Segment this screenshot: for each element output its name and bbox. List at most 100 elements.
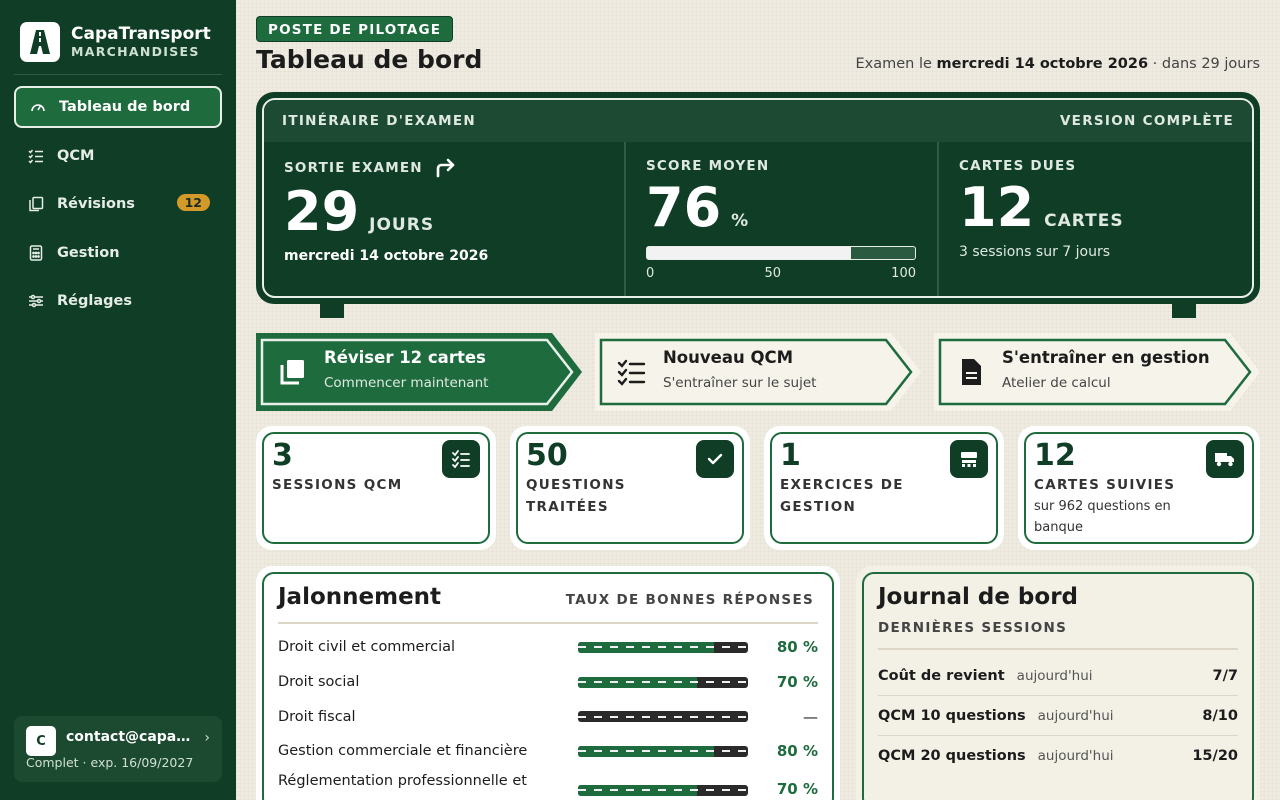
session-row[interactable]: QCM 10 questions aujourd'hui 8/10	[878, 696, 1238, 736]
nav-item-reglages[interactable]: Réglages	[14, 280, 222, 322]
cards-icon	[27, 195, 45, 213]
exam-label: SORTIE EXAMEN	[284, 160, 423, 176]
revisions-count-badge: 12	[176, 194, 210, 211]
session-row[interactable]: QCM 20 questions aujourd'hui 15/20	[878, 736, 1238, 776]
score-unit: %	[731, 211, 750, 231]
nav-label: Réglages	[57, 293, 132, 309]
main-nav: Tableau de bord QCM Révisions 12 Gestion	[14, 86, 222, 329]
nav-label: Tableau de bord	[59, 99, 191, 115]
stat-label: QUESTIONS TRAITÉES	[526, 477, 626, 515]
action-title: Nouveau QCM	[663, 348, 794, 367]
avatar: C	[26, 726, 56, 756]
action-title: Réviser 12 cartes	[324, 348, 486, 367]
nav-item-revisions[interactable]: Révisions 12	[14, 183, 222, 225]
score-value: 76	[646, 176, 722, 239]
stat-label: SESSIONS QCM	[272, 477, 403, 493]
road-dash	[578, 789, 748, 792]
road-logo-icon	[20, 22, 60, 62]
nav-item-gestion[interactable]: Gestion	[14, 232, 222, 274]
action-subtitle: Atelier de calcul	[1002, 375, 1111, 391]
panel-hint: TAUX DE BONNES RÉPONSES	[565, 592, 814, 608]
nav-label: Gestion	[57, 244, 120, 261]
exit-arrow-icon	[436, 158, 455, 178]
divider	[14, 74, 222, 75]
review-cards-button[interactable]: Réviser 12 cartes Commencer maintenant	[256, 333, 582, 411]
sign-version: VERSION COMPLÈTE	[1059, 113, 1234, 129]
divider	[878, 648, 1238, 650]
panel-title: Journal de bord	[878, 584, 1079, 610]
subject-label: Droit civil et commercial	[278, 639, 456, 656]
subject-progress-road	[578, 676, 748, 688]
tick-label: 50	[764, 266, 781, 281]
sliders-icon	[27, 292, 45, 310]
session-row[interactable]: Coût de revient aujourd'hui 7/7	[878, 656, 1238, 696]
session-score: 15/20	[1192, 748, 1238, 764]
subject-row[interactable]: Droit civil et commercial 80 %	[278, 630, 818, 665]
brand[interactable]: CapaTransport MARCHANDISES	[20, 22, 211, 62]
list-check-icon	[617, 357, 647, 387]
document-icon	[956, 357, 986, 387]
subject-value: 80 %	[776, 742, 818, 761]
session-date: aujourd'hui	[1016, 667, 1093, 684]
subject-progress-road	[578, 711, 748, 723]
truck-icon	[1206, 440, 1244, 478]
jalonnement-panel: Jalonnement TAUX DE BONNES RÉPONSES Droi…	[256, 566, 840, 800]
stat-label: CARTES SUIVIES	[1034, 477, 1176, 493]
exam-days-value: 29	[284, 180, 360, 243]
gestion-training-button[interactable]: S'entraîner en gestion Atelier de calcul	[934, 333, 1260, 411]
exam-date-sub: mercredi 14 octobre 2026	[284, 248, 489, 264]
exam-prefix: Examen le	[855, 56, 937, 72]
road-dash	[578, 681, 748, 684]
subject-progress-road	[578, 641, 748, 653]
stat-label: EXERCICES DE GESTION	[780, 477, 904, 515]
sidebar: CapaTransport MARCHANDISES Tableau de bo…	[0, 0, 236, 800]
gauge-icon	[29, 98, 47, 116]
nav-item-qcm[interactable]: QCM	[14, 135, 222, 177]
exam-days-unit: JOURS	[369, 215, 435, 235]
subject-label: Réglementation professionnelle et	[278, 772, 527, 789]
session-score: 7/7	[1212, 667, 1238, 684]
subject-progress-road	[578, 745, 748, 757]
panel-subtitle: DERNIÈRES SESSIONS	[878, 620, 1068, 636]
exam-itinerary-sign: ITINÉRAIRE D'EXAMEN VERSION COMPLÈTE SOR…	[256, 92, 1260, 304]
due-cards-panel: CARTES DUES 12 CARTES 3 sessions sur 7 j…	[939, 142, 1252, 296]
session-date: aujourd'hui	[1037, 707, 1114, 724]
stat-card-cards: 12 CARTES SUIVIES sur 962 questions en b…	[1018, 426, 1260, 550]
new-qcm-button[interactable]: Nouveau QCM S'entraîner sur le sujet	[595, 333, 921, 411]
nav-label: QCM	[57, 147, 95, 164]
account-plan: Complet · exp. 16/09/2027	[26, 755, 194, 770]
subject-row[interactable]: Gestion commerciale et financière 80 %	[278, 734, 818, 769]
account-card[interactable]: C contact@capatransport.fr › Complet · e…	[14, 716, 222, 782]
exam-date: mercredi 14 octobre 2026	[936, 56, 1149, 72]
list-check-icon	[27, 147, 45, 165]
road-dash	[578, 646, 748, 649]
session-name: QCM 20 questions	[878, 748, 1026, 764]
subject-row[interactable]: Droit fiscal —	[278, 699, 818, 734]
score-progress-bar	[646, 246, 916, 260]
subject-row[interactable]: Réglementation professionnelle et 70 %	[278, 769, 818, 800]
journal-panel: Journal de bord DERNIÈRES SESSIONS Coût …	[856, 566, 1260, 800]
tick-label: 0	[646, 266, 655, 281]
road-dash	[578, 750, 748, 753]
chevron-right-icon: ›	[204, 730, 210, 746]
subject-value: 70 %	[776, 779, 818, 798]
session-date: aujourd'hui	[1037, 748, 1114, 764]
stat-extra: sur 962 questions en banque	[1034, 499, 1171, 535]
tick-label: 100	[891, 266, 916, 281]
nav-item-tableau-de-bord[interactable]: Tableau de bord	[14, 86, 222, 128]
action-title: S'entraîner en gestion	[1002, 348, 1210, 367]
stat-card-questions: 50 QUESTIONS TRAITÉES	[510, 426, 750, 550]
subject-value: 70 %	[776, 673, 818, 692]
cards-sub: 3 sessions sur 7 jours	[959, 244, 1111, 260]
calculator-icon	[27, 244, 45, 262]
stat-card-sessions: 3 SESSIONS QCM	[256, 426, 496, 550]
road-dash	[578, 715, 748, 718]
session-name: QCM 10 questions	[878, 707, 1026, 724]
divider	[278, 622, 818, 624]
stat-card-gestion: 1 EXERCICES DE GESTION	[764, 426, 1004, 550]
subject-value: —	[803, 707, 818, 726]
subject-label: Gestion commerciale et financière	[278, 743, 528, 760]
sign-post	[320, 304, 344, 318]
nav-label: Révisions	[57, 196, 135, 212]
subject-row[interactable]: Droit social 70 %	[278, 665, 818, 700]
